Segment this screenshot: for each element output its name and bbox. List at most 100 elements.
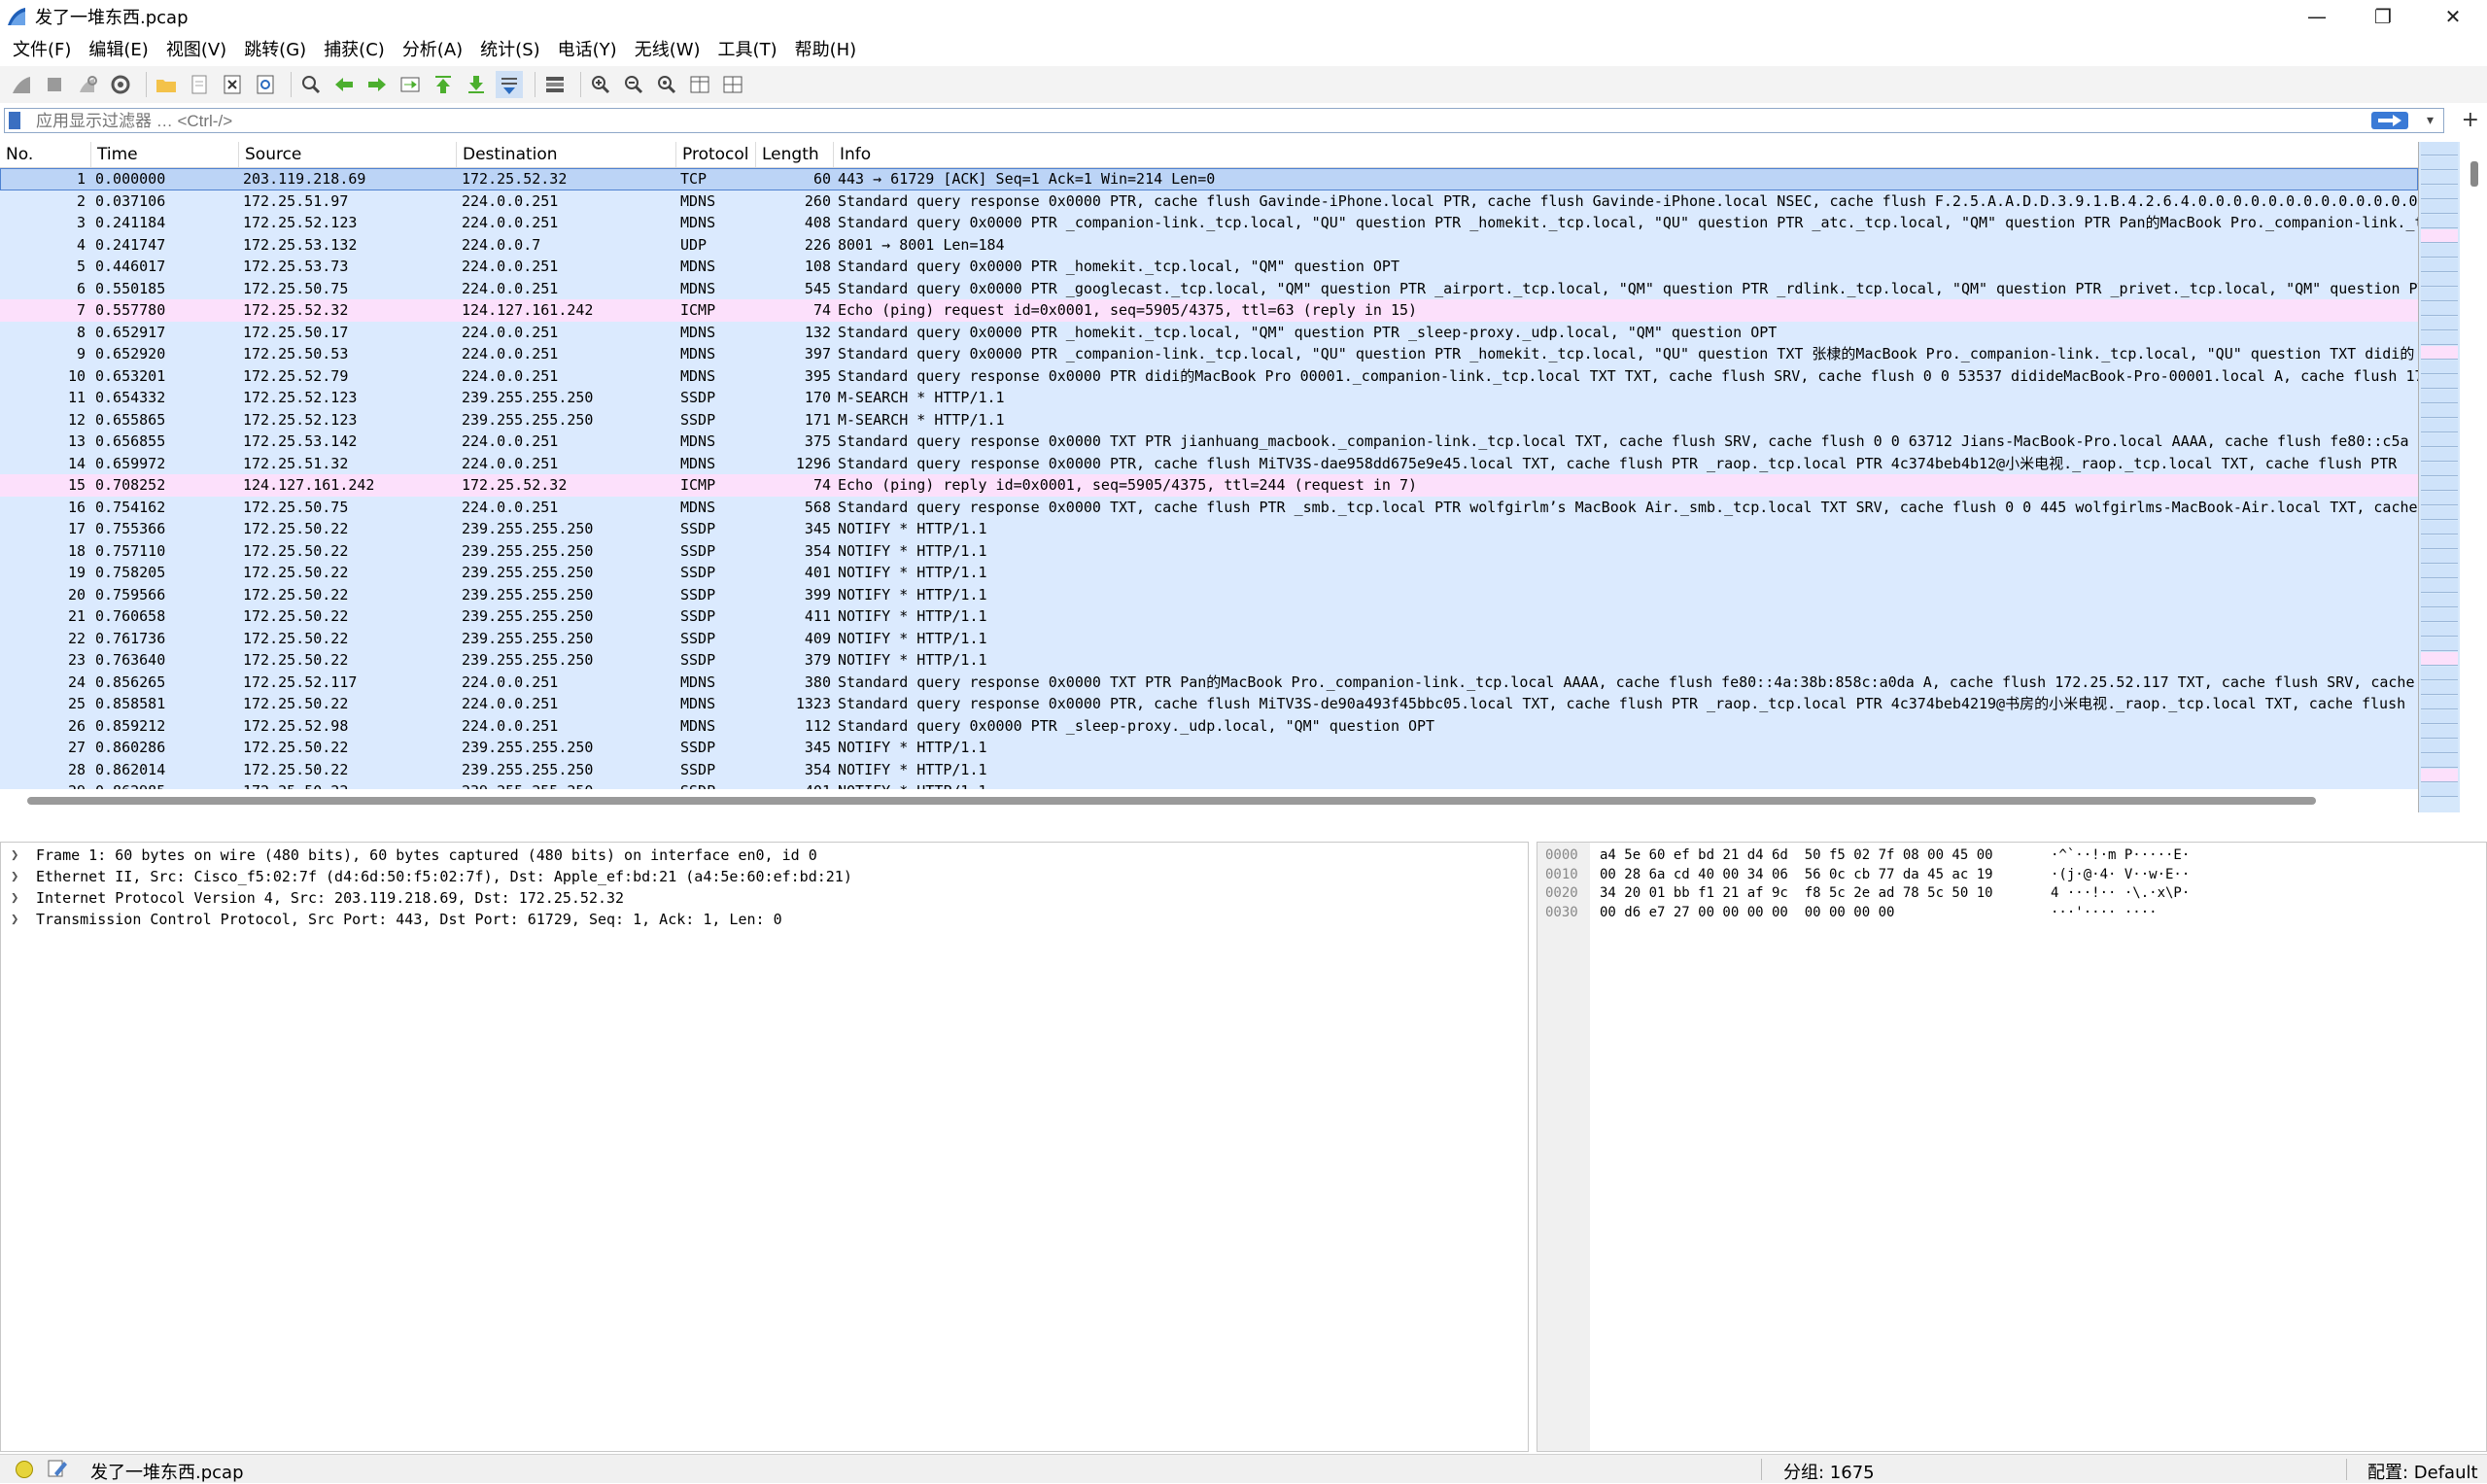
- packet-row[interactable]: 28 0.862014 172.25.50.22 239.255.255.250 SSD…: [0, 758, 2418, 780]
- restart-capture-button[interactable]: [74, 71, 101, 98]
- bytes-ascii[interactable]: ·^`··!·m P·····E·: [2051, 846, 2190, 866]
- packet-row[interactable]: 5 0.446017 172.25.53.73 224.0.0.251 MDNS 108 S…: [0, 256, 2418, 278]
- bytes-hex[interactable]: 00 d6 e7 27 00 00 00 00 00 00 00 00: [1600, 904, 1894, 923]
- open-file-button[interactable]: [153, 71, 180, 98]
- stop-capture-button[interactable]: [41, 71, 68, 98]
- packet-row[interactable]: 10 0.653201 172.25.52.79 224.0.0.251 MDNS 395…: [0, 364, 2418, 387]
- packet-row[interactable]: 15 0.708252 124.127.161.242 172.25.52.32 ICM…: [0, 474, 2418, 497]
- menu-analyze[interactable]: 分析(A): [397, 36, 475, 61]
- apply-filter-button[interactable]: [2371, 112, 2408, 129]
- bytes-ascii[interactable]: 4 ···!·· ·\.·x\P·: [2051, 884, 2190, 904]
- menu-edit[interactable]: 编辑(E): [84, 36, 160, 61]
- last-packet-button[interactable]: [463, 71, 490, 98]
- column-header-time[interactable]: Time: [91, 142, 239, 167]
- menu-tools[interactable]: 工具(T): [713, 36, 790, 61]
- bytes-ascii[interactable]: ·(j·@·4· V··w·E··: [2051, 866, 2190, 885]
- save-file-button[interactable]: [186, 71, 213, 98]
- chevron-right-icon[interactable]: ❯: [11, 909, 18, 930]
- find-packet-button[interactable]: [297, 71, 325, 98]
- bytes-hex[interactable]: 34 20 01 bb f1 21 af 9c f8 5c 2e ad 78 5…: [1600, 884, 1993, 904]
- resize-columns-button[interactable]: [686, 71, 713, 98]
- go-to-packet-button[interactable]: [397, 71, 424, 98]
- chevron-right-icon[interactable]: ❯: [11, 887, 18, 909]
- packet-row[interactable]: 20 0.759566 172.25.50.22 239.255.255.250 SSD…: [0, 583, 2418, 605]
- reload-file-button[interactable]: [252, 71, 279, 98]
- packet-row[interactable]: 12 0.655865 172.25.52.123 239.255.255.250 SS…: [0, 408, 2418, 431]
- packet-row[interactable]: 9 0.652920 172.25.50.53 224.0.0.251 MDNS 397 S…: [0, 343, 2418, 365]
- close-button[interactable]: ✕: [2420, 0, 2486, 32]
- column-header-destination[interactable]: Destination: [457, 142, 676, 167]
- close-file-button[interactable]: [219, 71, 246, 98]
- scrollbar-thumb[interactable]: [2470, 161, 2478, 187]
- menu-capture[interactable]: 捕获(C): [319, 36, 397, 61]
- column-header-length[interactable]: Length: [756, 142, 834, 167]
- menu-go[interactable]: 跳转(G): [239, 36, 319, 61]
- filter-history-dropdown[interactable]: ▾: [2427, 113, 2434, 128]
- packet-row[interactable]: 4 0.241747 172.25.53.132 224.0.0.7 UDP 226 800…: [0, 233, 2418, 256]
- bytes-hex[interactable]: 00 28 6a cd 40 00 34 06 56 0c cb 77 da 4…: [1600, 866, 1993, 885]
- zoom-out-button[interactable]: [620, 71, 647, 98]
- menu-statistics[interactable]: 统计(S): [475, 36, 552, 61]
- packet-row[interactable]: 19 0.758205 172.25.50.22 239.255.255.250 SSD…: [0, 562, 2418, 584]
- packet-row[interactable]: 16 0.754162 172.25.50.75 224.0.0.251 MDNS 568…: [0, 496, 2418, 518]
- column-header-no[interactable]: No.: [0, 142, 91, 167]
- packet-row[interactable]: 18 0.757110 172.25.50.22 239.255.255.250 SSD…: [0, 539, 2418, 562]
- status-profile[interactable]: 配置: Default: [2367, 1459, 2478, 1484]
- menu-wireless[interactable]: 无线(W): [630, 36, 713, 61]
- display-filter-input[interactable]: [34, 109, 2370, 134]
- packet-row[interactable]: 13 0.656855 172.25.53.142 224.0.0.251 MDNS 37…: [0, 431, 2418, 453]
- start-capture-button[interactable]: [8, 71, 35, 98]
- packet-list-vertical-scrollbar[interactable]: [2461, 142, 2487, 812]
- packet-row[interactable]: 27 0.860286 172.25.50.22 239.255.255.250 SSD…: [0, 737, 2418, 759]
- packet-row[interactable]: 2 0.037106 172.25.51.97 224.0.0.251 MDNS 260 S…: [0, 190, 2418, 212]
- menu-help[interactable]: 帮助(H): [790, 36, 870, 61]
- packet-row[interactable]: 26 0.859212 172.25.52.98 224.0.0.251 MDNS 112…: [0, 714, 2418, 737]
- packet-row[interactable]: 25 0.858581 172.25.50.22 224.0.0.251 MDNS 132…: [0, 693, 2418, 715]
- packet-row[interactable]: 8 0.652917 172.25.50.17 224.0.0.251 MDNS 132 S…: [0, 321, 2418, 343]
- packet-row[interactable]: 23 0.763640 172.25.50.22 239.255.255.250 SSD…: [0, 649, 2418, 672]
- packet-row[interactable]: 22 0.761736 172.25.50.22 239.255.255.250 SSD…: [0, 627, 2418, 649]
- packet-destination: 224.0.0.7: [462, 235, 541, 254]
- packet-list-horizontal-scrollbar[interactable]: [0, 789, 2418, 812]
- expert-info-indicator[interactable]: [16, 1461, 33, 1478]
- packet-row[interactable]: 17 0.755366 172.25.50.22 239.255.255.250 SSD…: [0, 518, 2418, 540]
- capture-options-button[interactable]: [107, 71, 134, 98]
- packet-row[interactable]: 11 0.654332 172.25.52.123 239.255.255.250 SS…: [0, 387, 2418, 409]
- zoom-in-button[interactable]: [587, 71, 614, 98]
- packet-row[interactable]: 14 0.659972 172.25.51.32 224.0.0.251 MDNS 129…: [0, 452, 2418, 474]
- chevron-right-icon[interactable]: ❯: [11, 866, 18, 887]
- bytes-hex[interactable]: a4 5e 60 ef bd 21 d4 6d 50 f5 02 7f 08 0…: [1600, 846, 1993, 866]
- minimap-band: [2421, 652, 2458, 666]
- minimap-band: [2421, 433, 2458, 447]
- packet-row[interactable]: 3 0.241184 172.25.52.123 224.0.0.251 MDNS 408…: [0, 212, 2418, 234]
- column-header-protocol[interactable]: Protocol: [676, 142, 756, 167]
- menu-file[interactable]: 文件(F): [8, 36, 84, 61]
- scrollbar-thumb[interactable]: [27, 797, 2316, 805]
- packet-row[interactable]: 1 0.000000 203.119.218.69 172.25.52.32 TCP 60…: [0, 168, 2418, 190]
- packet-info: NOTIFY * HTTP/1.1: [838, 541, 987, 560]
- first-packet-button[interactable]: [430, 71, 457, 98]
- packet-row[interactable]: 21 0.760658 172.25.50.22 239.255.255.250 SSD…: [0, 605, 2418, 628]
- go-back-button[interactable]: [330, 71, 358, 98]
- column-header-source[interactable]: Source: [239, 142, 457, 167]
- layout-button[interactable]: [719, 71, 746, 98]
- bookmark-icon[interactable]: [9, 112, 20, 129]
- restore-button[interactable]: ❐: [2350, 0, 2416, 32]
- edit-comment-icon[interactable]: [47, 1458, 68, 1479]
- go-forward-button[interactable]: [363, 71, 391, 98]
- minimize-button[interactable]: —: [2284, 0, 2350, 32]
- zoom-reset-button[interactable]: [653, 71, 680, 98]
- chevron-right-icon[interactable]: ❯: [11, 845, 18, 866]
- colorize-button[interactable]: [541, 71, 569, 98]
- add-filter-button[interactable]: +: [2462, 108, 2479, 132]
- autoscroll-button[interactable]: [496, 71, 523, 98]
- column-header-info[interactable]: Info: [834, 142, 2418, 167]
- menu-view[interactable]: 视图(V): [161, 36, 239, 61]
- minimap-band: [2421, 769, 2458, 782]
- packet-row[interactable]: 6 0.550185 172.25.50.75 224.0.0.251 MDNS 545 S…: [0, 277, 2418, 299]
- menu-telephony[interactable]: 电话(Y): [553, 36, 630, 61]
- packet-row[interactable]: 24 0.856265 172.25.52.117 224.0.0.251 MDNS 38…: [0, 671, 2418, 693]
- packet-row[interactable]: 7 0.557780 172.25.52.32 124.127.161.242 ICMP…: [0, 299, 2418, 322]
- packet-minimap[interactable]: [2418, 142, 2460, 812]
- bytes-ascii[interactable]: ···'···· ····: [2051, 904, 2158, 923]
